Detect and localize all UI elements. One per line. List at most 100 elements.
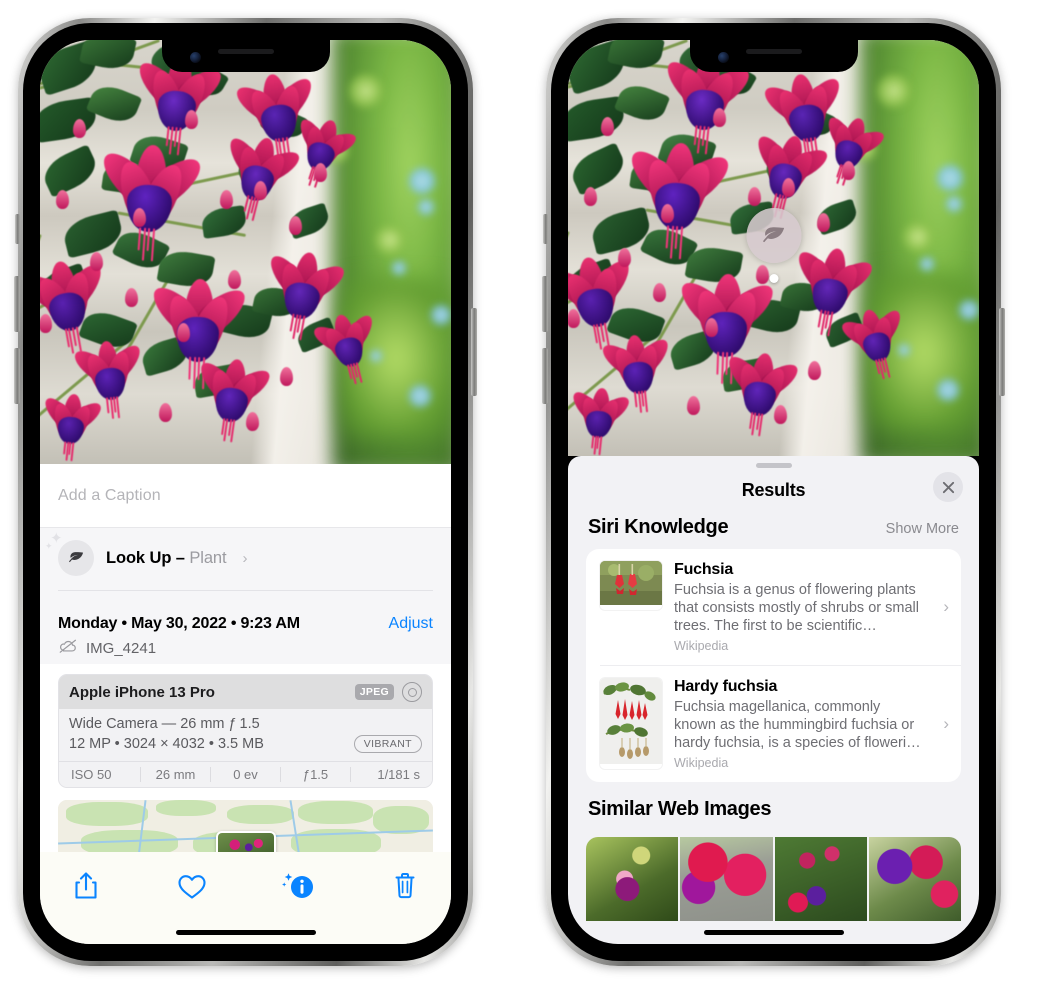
format-badge: JPEG (354, 684, 394, 700)
photo-flower-bud (176, 323, 190, 343)
front-camera-icon (717, 52, 729, 63)
share-button[interactable] (64, 866, 108, 906)
sparkle-small-icon: ✦ (45, 541, 53, 551)
exif-card[interactable]: Apple iPhone 13 Pro JPEG Wide Camera — 2… (58, 674, 433, 788)
visual-lookup-leaf-icon[interactable] (746, 208, 801, 263)
exif-stat: 1/181 s (377, 767, 420, 782)
photo-flower-bud (185, 109, 199, 129)
similar-image-thumbnail[interactable] (774, 837, 867, 921)
photo-flower-bud (747, 186, 761, 206)
photo-fuchsia-flower (40, 392, 106, 462)
photo-flower-bud (704, 317, 718, 337)
knowledge-description: Fuchsia magellanica, commonly known as t… (674, 699, 921, 751)
photo-fuchsia-flower (568, 385, 634, 455)
flower-corolla (652, 181, 701, 233)
show-more-button[interactable]: Show More (886, 521, 959, 537)
adjust-button[interactable]: Adjust (389, 615, 433, 633)
mute-switch[interactable] (15, 214, 20, 244)
photo-image (40, 40, 451, 464)
siri-knowledge-header: Siri Knowledge Show More (568, 512, 979, 549)
results-header: Results (568, 468, 979, 512)
photo-flower-bud (773, 404, 787, 424)
photo-flower-bud (601, 117, 615, 137)
photo-flower-bud (568, 309, 580, 329)
favorite-button[interactable] (170, 866, 214, 906)
volume-up-button[interactable] (14, 276, 20, 332)
knowledge-title: Fuchsia (674, 561, 734, 578)
photo-flower-bud (279, 367, 293, 387)
metadata-section: Monday • May 30, 2022 • 9:23 AM Adjust I… (40, 605, 451, 664)
knowledge-title: Hardy fuchsia (674, 678, 778, 695)
iphone-left: Add a Caption ✦ ✦ Look Up – Plant › Mond… (14, 18, 477, 966)
exif-stats-row: ISO 50 26 mm 0 ev ƒ1.5 1/181 s (59, 761, 432, 787)
exif-stat: 26 mm (141, 767, 211, 782)
exif-badges: JPEG (354, 682, 422, 702)
close-icon[interactable] (933, 472, 963, 502)
bokeh-highlight (937, 378, 960, 401)
volume-up-button[interactable] (542, 276, 548, 332)
similar-image-thumbnail[interactable] (586, 837, 679, 921)
chevron-right-icon: › (943, 714, 949, 733)
power-button[interactable] (471, 308, 477, 396)
list-item[interactable]: Fuchsia Fuchsia is a genus of flowering … (586, 549, 961, 665)
photo-viewer[interactable] (40, 40, 451, 464)
results-sheet: Results Siri Knowledge Show More Fuchsia… (568, 456, 979, 944)
style-badge: VIBRANT (353, 735, 422, 753)
bokeh-highlight (430, 305, 451, 326)
flower-stamen (665, 225, 669, 249)
screen-left: Add a Caption ✦ ✦ Look Up – Plant › Mond… (40, 40, 451, 944)
exif-body: Wide Camera — 26 mm ƒ 1.5 12 MP • 3024 ×… (59, 709, 432, 761)
flower-stamen (193, 356, 197, 389)
similar-image-thumbnail[interactable] (868, 837, 961, 921)
bokeh-highlight (920, 256, 935, 271)
volume-down-button[interactable] (542, 348, 548, 404)
lens-info: Wide Camera — 26 mm ƒ 1.5 (69, 716, 260, 732)
knowledge-card: Fuchsia Fuchsia is a genus of flowering … (586, 549, 961, 782)
similar-image-thumbnail[interactable] (680, 837, 773, 921)
flower-stamen (598, 435, 603, 455)
photo-flower-bud (124, 287, 138, 307)
section-title: Siri Knowledge (588, 516, 729, 538)
power-button[interactable] (999, 308, 1005, 396)
lookup-section: ✦ ✦ Look Up – Plant › (40, 527, 451, 605)
notch (161, 40, 330, 72)
exif-header: Apple iPhone 13 Pro JPEG (59, 675, 432, 709)
photo-flower-bud (254, 180, 268, 200)
visual-lookup-anchor-dot (769, 274, 778, 283)
knowledge-description: Fuchsia is a genus of flowering plants t… (674, 582, 919, 634)
photo-fuchsia-flower (94, 143, 208, 262)
home-indicator[interactable] (703, 930, 844, 935)
knowledge-thumbnail (600, 678, 662, 769)
lookup-subject: Plant (189, 548, 227, 567)
metadata-date-row: Monday • May 30, 2022 • 9:23 AM Adjust (58, 615, 433, 633)
notch (689, 40, 858, 72)
exif-stat: ISO 50 (63, 767, 141, 782)
mute-switch[interactable] (543, 214, 548, 244)
delete-button[interactable] (383, 866, 427, 906)
image-size-info: 12 MP • 3024 × 4032 • 3.5 MB (69, 736, 264, 752)
exif-size-row: 12 MP • 3024 × 4032 • 3.5 MB VIBRANT (69, 735, 422, 753)
volume-down-button[interactable] (14, 348, 20, 404)
caption-input[interactable]: Add a Caption (40, 464, 451, 527)
flower-corolla (124, 184, 173, 235)
photo-date: Monday • May 30, 2022 • 9:23 AM (58, 615, 300, 632)
photo-flower-bud (687, 396, 701, 416)
knowledge-source: Wikipedia (674, 639, 729, 653)
info-button[interactable] (277, 866, 321, 906)
chevron-right-icon: › (242, 549, 248, 567)
photo-filename: IMG_4241 (86, 640, 157, 657)
home-indicator[interactable] (175, 930, 316, 935)
chevron-right-icon: › (943, 597, 949, 616)
flower-stamen (150, 228, 155, 262)
results-title: Results (741, 479, 806, 500)
knowledge-text: Fuchsia Fuchsia is a genus of flowering … (674, 561, 949, 653)
photo-flower-bud (245, 411, 259, 431)
location-map[interactable] (58, 800, 433, 858)
photo-fuchsia-flower (622, 141, 736, 260)
bokeh-highlight (902, 221, 933, 252)
photo-flower-bud (756, 265, 770, 285)
knowledge-thumbnail (600, 561, 662, 610)
lookup-row[interactable]: ✦ ✦ Look Up – Plant › (45, 531, 433, 576)
similar-images-strip[interactable] (586, 837, 961, 921)
list-item[interactable]: Hardy fuchsia Fuchsia magellanica, commo… (600, 665, 961, 782)
